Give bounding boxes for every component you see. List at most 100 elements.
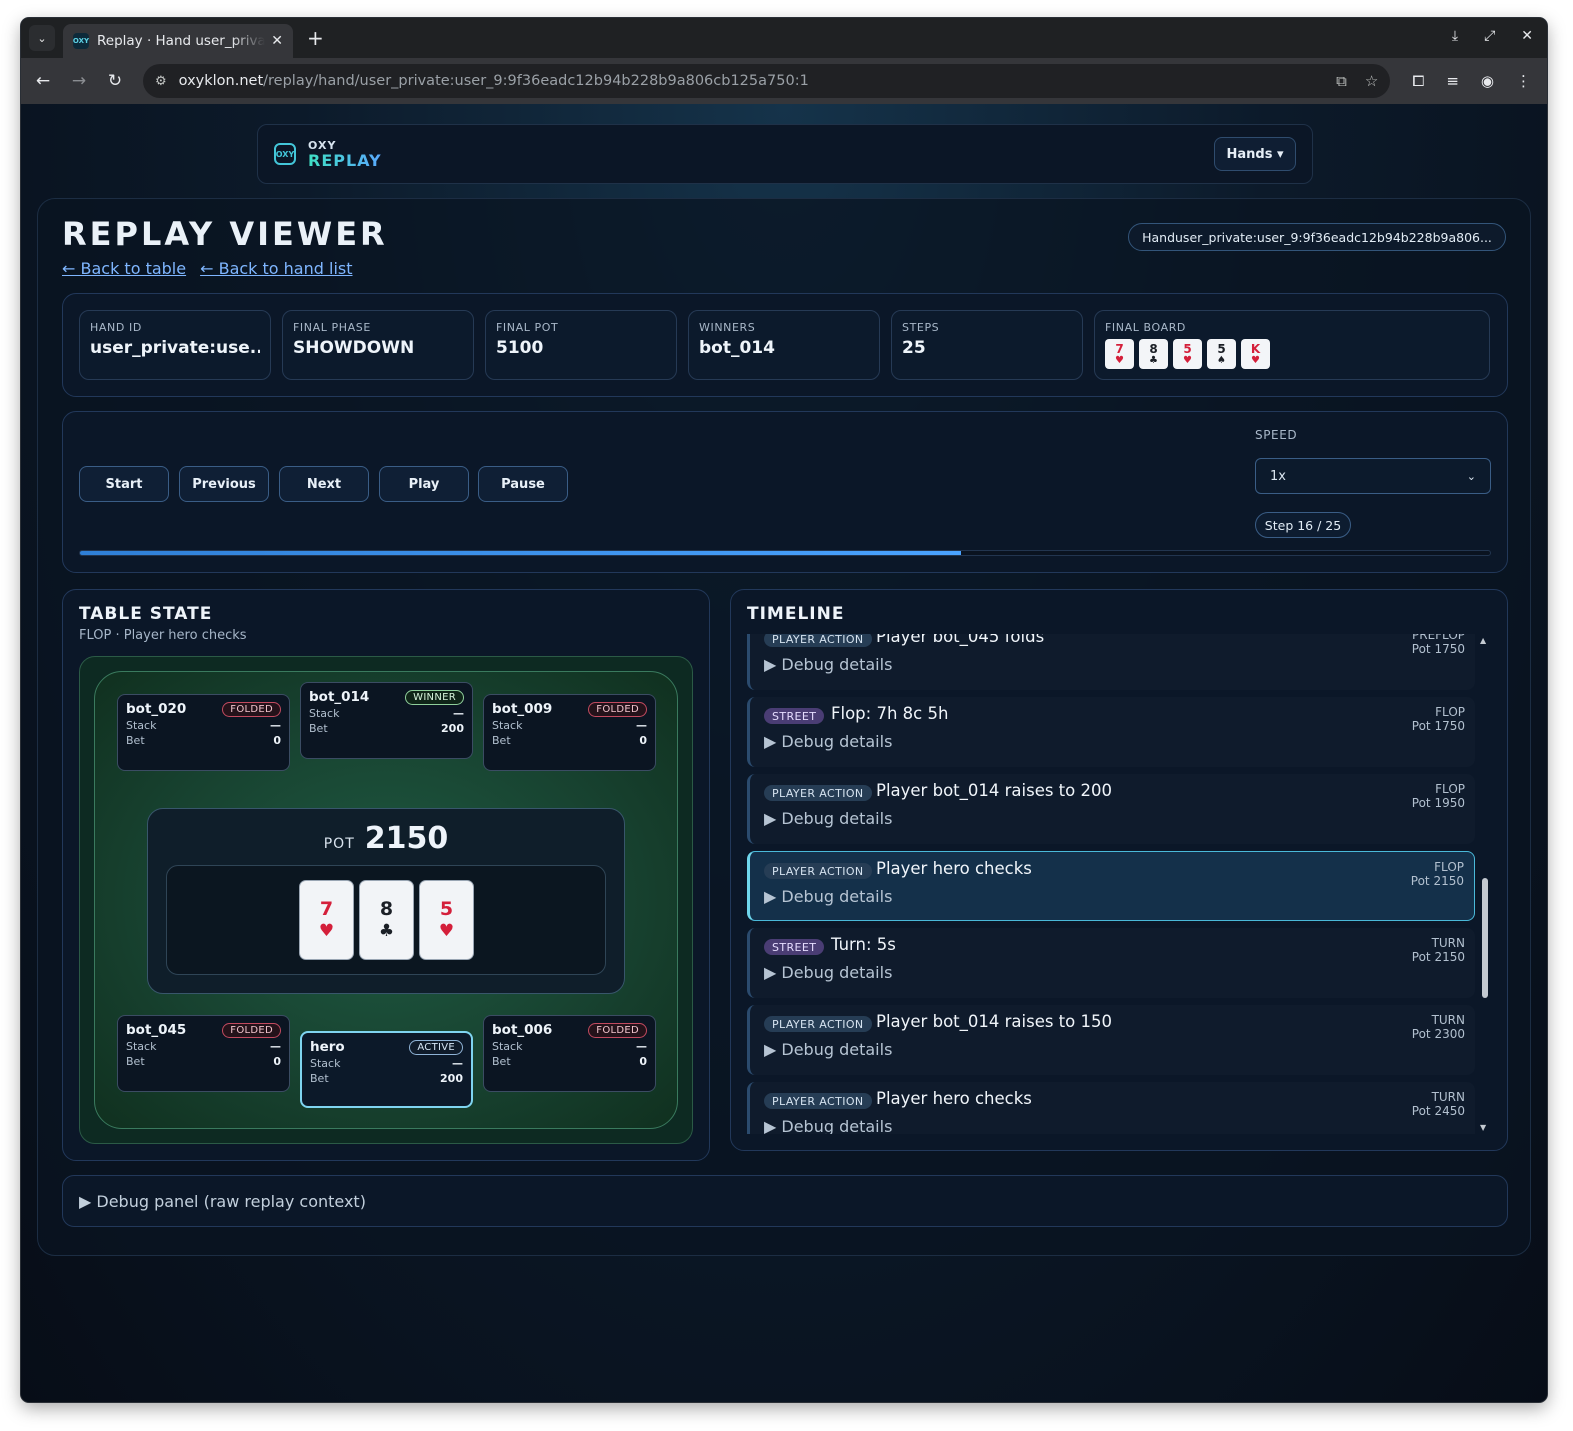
timeline-event[interactable]: PLAYER ACTION Player hero checks ▶ Debug d… bbox=[747, 851, 1475, 921]
seat-stack-row: Stack — bbox=[126, 1040, 281, 1053]
seat-bet-row: Bet 0 bbox=[126, 734, 281, 747]
bookmark-star-icon[interactable]: ☆ bbox=[1365, 72, 1378, 90]
timeline-list[interactable]: PLAYER ACTION Player bot_045 folds ▶ Debug… bbox=[747, 634, 1477, 1134]
media-control-icon[interactable]: ≡ bbox=[1446, 72, 1459, 90]
download-icon[interactable]: ⤓ bbox=[1452, 28, 1458, 44]
next-button[interactable]: Next bbox=[279, 466, 369, 502]
close-tab-icon[interactable]: ✕ bbox=[271, 33, 283, 49]
debug-panel-toggle[interactable]: ▶ Debug panel (raw replay context) bbox=[62, 1175, 1508, 1227]
expand-triangle-icon: ▶ bbox=[764, 963, 782, 982]
debug-details-label: Debug details bbox=[781, 809, 893, 828]
extensions-icon[interactable]: ⧠ bbox=[1412, 72, 1424, 90]
timeline-event[interactable]: PLAYER ACTION Player bot_014 raises to 20… bbox=[747, 774, 1475, 844]
timeline-event[interactable]: STREET Turn: 5s ▶ Debug details TURN Pot 215… bbox=[747, 928, 1475, 998]
stat-steps: STEPS 25 bbox=[891, 310, 1083, 380]
event-description: Player bot_045 folds bbox=[876, 634, 1045, 646]
event-meta: TURN Pot 2150 bbox=[1412, 936, 1465, 964]
maximize-icon[interactable]: ⤢ bbox=[1484, 28, 1495, 44]
timeline-event[interactable]: PLAYER ACTION Player hero checks ▶ Debug d… bbox=[747, 1082, 1475, 1134]
event-street: FLOP bbox=[1435, 705, 1465, 719]
previous-button[interactable]: Previous bbox=[179, 466, 269, 502]
tab-title: Replay · Hand user_private bbox=[97, 33, 266, 49]
event-description: Player hero checks bbox=[876, 859, 1032, 878]
app-navbar: OXY OXY REPLAY Hands ▾ bbox=[257, 124, 1313, 184]
event-pot: Pot 1750 bbox=[1411, 719, 1465, 733]
debug-details-toggle[interactable]: ▶ Debug details bbox=[764, 1040, 892, 1059]
address-bar-row: ← → ↻ ⚙ oxyklon.net/replay/hand/user_pri… bbox=[21, 58, 1547, 104]
timeline-event[interactable]: PLAYER ACTION Player bot_014 raises to 15… bbox=[747, 1005, 1475, 1075]
stack-value: — bbox=[636, 1040, 647, 1053]
debug-details-label: Debug details bbox=[781, 963, 893, 982]
site-info-icon[interactable]: ⚙ bbox=[155, 74, 167, 89]
profile-icon[interactable]: ◉ bbox=[1481, 72, 1494, 90]
summary-panel: HAND ID user_private:use... FINAL PHASE … bbox=[62, 293, 1508, 397]
browser-window: ⌄ OXY Replay · Hand user_private ✕ + ⤓ ⤢… bbox=[21, 18, 1547, 1402]
debug-details-toggle[interactable]: ▶ Debug details bbox=[764, 809, 892, 828]
table-state-subtitle: FLOP · Player hero checks bbox=[79, 628, 247, 643]
seat-status-badge: WINNER bbox=[405, 690, 464, 705]
stack-value: — bbox=[453, 707, 464, 720]
bet-label: Bet bbox=[126, 1055, 145, 1068]
stat-label: WINNERS bbox=[699, 321, 756, 334]
seat-bot_020[interactable]: bot_020 FOLDED Stack — Bet 0 bbox=[117, 694, 290, 771]
pause-button[interactable]: Pause bbox=[478, 466, 568, 502]
debug-details-label: Debug details bbox=[781, 887, 893, 906]
poker-table: bot_020 FOLDED Stack — Bet 0 bot_014 WINNER Stac… bbox=[94, 671, 678, 1129]
translate-icon[interactable]: ⧉ bbox=[1336, 72, 1347, 90]
event-meta: FLOP Pot 2150 bbox=[1411, 860, 1464, 888]
timeline-scrollbar[interactable]: ▲ ▼ bbox=[1479, 634, 1491, 1134]
forward-icon[interactable]: → bbox=[67, 71, 91, 91]
tab-search-button[interactable]: ⌄ bbox=[29, 25, 55, 51]
event-type-badge: STREET bbox=[764, 708, 825, 724]
hand-id-pill: Handuser_private:user_9:9f36eadc12b94b22… bbox=[1128, 223, 1506, 251]
reload-icon[interactable]: ↻ bbox=[103, 71, 127, 91]
event-type-badge: PLAYER ACTION bbox=[764, 1016, 872, 1032]
scrollbar-thumb[interactable] bbox=[1482, 878, 1488, 998]
card-rank: 8 bbox=[379, 898, 394, 920]
hands-dropdown-button[interactable]: Hands ▾ bbox=[1214, 137, 1296, 171]
seat-status-badge: FOLDED bbox=[588, 702, 647, 717]
browser-tab[interactable]: OXY Replay · Hand user_private ✕ bbox=[63, 24, 293, 58]
back-icon[interactable]: ← bbox=[31, 71, 55, 91]
url-field[interactable]: ⚙ oxyklon.net/replay/hand/user_private:u… bbox=[143, 64, 1391, 98]
seat-bot_009[interactable]: bot_009 FOLDED Stack — Bet 0 bbox=[483, 694, 656, 771]
debug-details-toggle[interactable]: ▶ Debug details bbox=[764, 1117, 892, 1134]
seat-bot_045[interactable]: bot_045 FOLDED Stack — Bet 0 bbox=[117, 1015, 290, 1092]
stat-final-board: FINAL BOARD 7 ♥ 8 ♣ 5 ♥ 5 ♠ K ♥ bbox=[1094, 310, 1490, 380]
scroll-up-icon[interactable]: ▲ bbox=[1480, 636, 1486, 645]
progress-fill bbox=[80, 551, 962, 555]
debug-details-toggle[interactable]: ▶ Debug details bbox=[764, 732, 892, 751]
debug-details-toggle[interactable]: ▶ Debug details bbox=[764, 655, 892, 674]
back-to-hand-list-link[interactable]: ← Back to hand list bbox=[200, 259, 352, 278]
debug-details-toggle[interactable]: ▶ Debug details bbox=[764, 963, 892, 982]
menu-kebab-icon[interactable]: ⋮ bbox=[1516, 72, 1531, 90]
start-button[interactable]: Start bbox=[79, 466, 169, 502]
progress-bar[interactable] bbox=[79, 550, 1491, 556]
breadcrumb-links: ← Back to table ← Back to hand list bbox=[62, 259, 353, 278]
timeline-title: TIMELINE bbox=[747, 604, 845, 624]
play-button[interactable]: Play bbox=[379, 466, 469, 502]
event-description: Flop: 7h 8c 5h bbox=[831, 704, 949, 723]
event-street: PREFLOP bbox=[1412, 634, 1465, 642]
speed-value: 1x bbox=[1270, 468, 1286, 484]
timeline-event[interactable]: PLAYER ACTION Player bot_045 folds ▶ Debug… bbox=[747, 634, 1475, 690]
board-card: 7 ♥ bbox=[1105, 339, 1134, 369]
back-to-table-link[interactable]: ← Back to table bbox=[62, 259, 186, 278]
stat-value: bot_014 bbox=[699, 338, 775, 358]
seat-bot_006[interactable]: bot_006 FOLDED Stack — Bet 0 bbox=[483, 1015, 656, 1092]
seat-hero[interactable]: hero ACTIVE Stack — Bet 200 bbox=[300, 1031, 473, 1108]
stack-value: — bbox=[270, 1040, 281, 1053]
card-rank: 8 bbox=[1149, 341, 1158, 356]
speed-select[interactable]: 1x ⌄ bbox=[1255, 458, 1491, 494]
card-suit-icon: ♥ bbox=[1183, 354, 1192, 366]
timeline-event[interactable]: STREET Flop: 7h 8c 5h ▶ Debug details FLOP P… bbox=[747, 697, 1475, 767]
stack-value: — bbox=[270, 719, 281, 732]
debug-details-toggle[interactable]: ▶ Debug details bbox=[764, 887, 892, 906]
card-rank: K bbox=[1250, 341, 1261, 356]
new-tab-icon[interactable]: + bbox=[307, 26, 324, 50]
seat-bot_014[interactable]: bot_014 WINNER Stack — Bet 200 bbox=[300, 682, 473, 759]
scroll-down-icon[interactable]: ▼ bbox=[1480, 1123, 1486, 1132]
seat-bet-row: Bet 200 bbox=[310, 1072, 463, 1085]
event-pot: Pot 1950 bbox=[1411, 796, 1465, 810]
close-window-icon[interactable]: ✕ bbox=[1521, 28, 1533, 44]
